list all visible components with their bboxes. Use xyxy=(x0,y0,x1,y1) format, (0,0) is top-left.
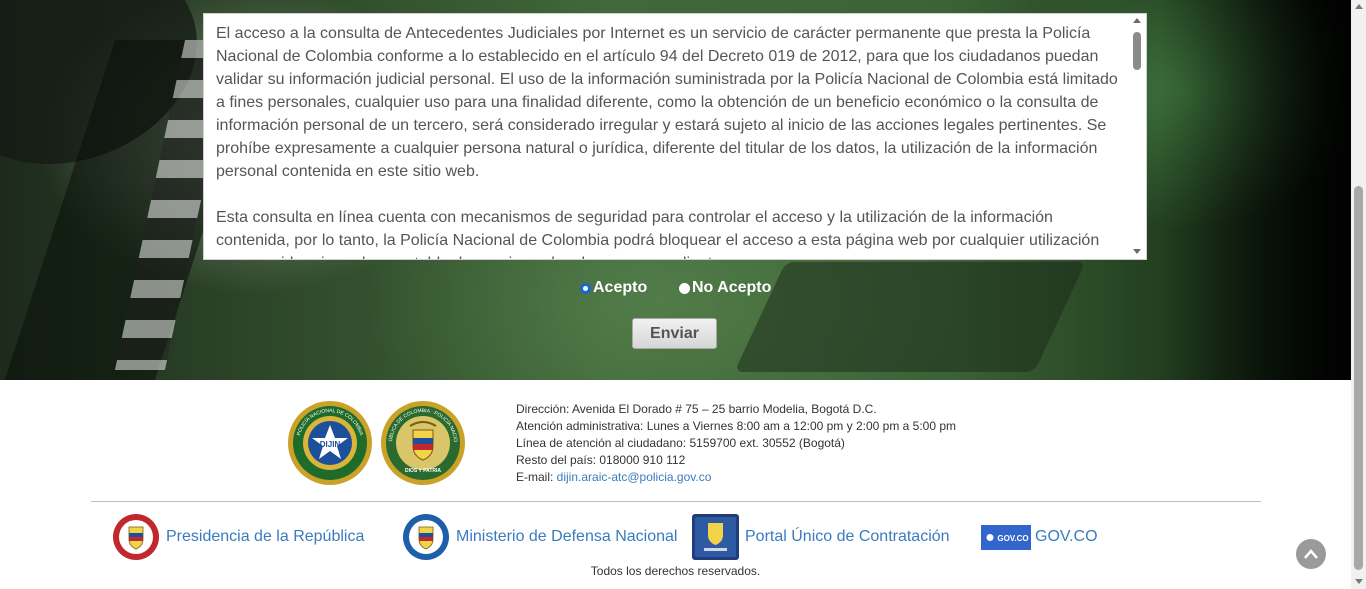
terms-scrollbar[interactable] xyxy=(1129,14,1146,259)
decline-radio[interactable] xyxy=(679,282,690,294)
policia-nacional-emblem-icon: REPÚBLICA DE COLOMBIA · POLICÍA NACIONAL… xyxy=(380,400,465,485)
presidencia-label: Presidencia de la República xyxy=(166,528,365,545)
contratacion-link[interactable]: Portal Único de Contratación xyxy=(692,514,950,560)
terms-textbox[interactable]: El acceso a la consulta de Antecedentes … xyxy=(203,13,1147,260)
decline-label: No Acepto xyxy=(692,279,772,296)
terms-text: El acceso a la consulta de Antecedentes … xyxy=(216,22,1128,259)
phone-text: Línea de atención al ciudadano: 5159700 … xyxy=(516,436,845,450)
presidencia-link[interactable]: Presidencia de la República xyxy=(112,514,364,560)
mindefensa-seal-icon xyxy=(403,514,449,560)
contratacion-icon xyxy=(692,514,739,560)
submit-button[interactable]: Enviar xyxy=(632,318,717,349)
chevron-up-icon xyxy=(1304,549,1318,559)
govco-label: GOV.CO xyxy=(1035,528,1098,545)
back-to-top-button[interactable] xyxy=(1296,539,1326,569)
contact-info: Dirección: Avenida El Dorado # 75 – 25 b… xyxy=(516,401,956,486)
terms-scroll-thumb[interactable] xyxy=(1133,32,1141,70)
scroll-up-arrow-icon[interactable] xyxy=(1133,18,1141,23)
accept-label: Acepto xyxy=(593,279,648,296)
scroll-down-arrow-icon[interactable] xyxy=(1355,579,1363,584)
govco-link[interactable]: GOV.CO GOV.CO xyxy=(981,514,1098,560)
contratacion-label: Portal Único de Contratación xyxy=(745,528,950,545)
hours-text: Atención administrativa: Lunes a Viernes… xyxy=(516,419,957,433)
accept-radio-option[interactable]: Acepto xyxy=(580,278,647,298)
terms-paragraph: Esta consulta en línea cuenta con mecani… xyxy=(216,209,1100,259)
mindefensa-link[interactable]: Ministerio de Defensa Nacional xyxy=(402,514,677,560)
email-link[interactable]: dijin.araic-atc@policia.gov.co xyxy=(557,470,712,484)
dijin-emblem-icon: DIJIN POLICÍA NACIONAL DE COLOMBIA xyxy=(288,401,372,485)
national-phone-text: Resto del país: 018000 910 112 xyxy=(516,453,686,467)
page-scrollbar[interactable] xyxy=(1351,0,1366,589)
policia-motto: DIOS Y PATRIA xyxy=(405,468,441,474)
mindefensa-label: Ministerio de Defensa Nacional xyxy=(456,528,678,545)
page-scroll-thumb[interactable] xyxy=(1354,186,1363,570)
scroll-down-arrow-icon[interactable] xyxy=(1133,249,1141,254)
presidencia-seal-icon xyxy=(113,514,159,560)
email-label: E-mail: xyxy=(516,470,557,484)
govco-logo-icon: GOV.CO xyxy=(981,524,1031,550)
terms-paragraph: El acceso a la consulta de Antecedentes … xyxy=(216,25,1118,180)
decline-radio-option[interactable]: No Acepto xyxy=(679,278,771,298)
accept-radio[interactable] xyxy=(580,282,591,294)
background-shape xyxy=(1160,0,1351,380)
address-text: Dirección: Avenida El Dorado # 75 – 25 b… xyxy=(516,402,877,416)
email-row: E-mail: dijin.araic-atc@policia.gov.co xyxy=(516,469,956,486)
govco-badge-text: GOV.CO xyxy=(997,534,1028,543)
footer-divider xyxy=(91,501,1261,502)
dijin-emblem-text: DIJIN xyxy=(320,440,341,449)
background-shape xyxy=(734,262,1086,372)
copyright-text: Todos los derechos reservados. xyxy=(590,564,761,578)
scroll-up-arrow-icon[interactable] xyxy=(1355,4,1363,9)
